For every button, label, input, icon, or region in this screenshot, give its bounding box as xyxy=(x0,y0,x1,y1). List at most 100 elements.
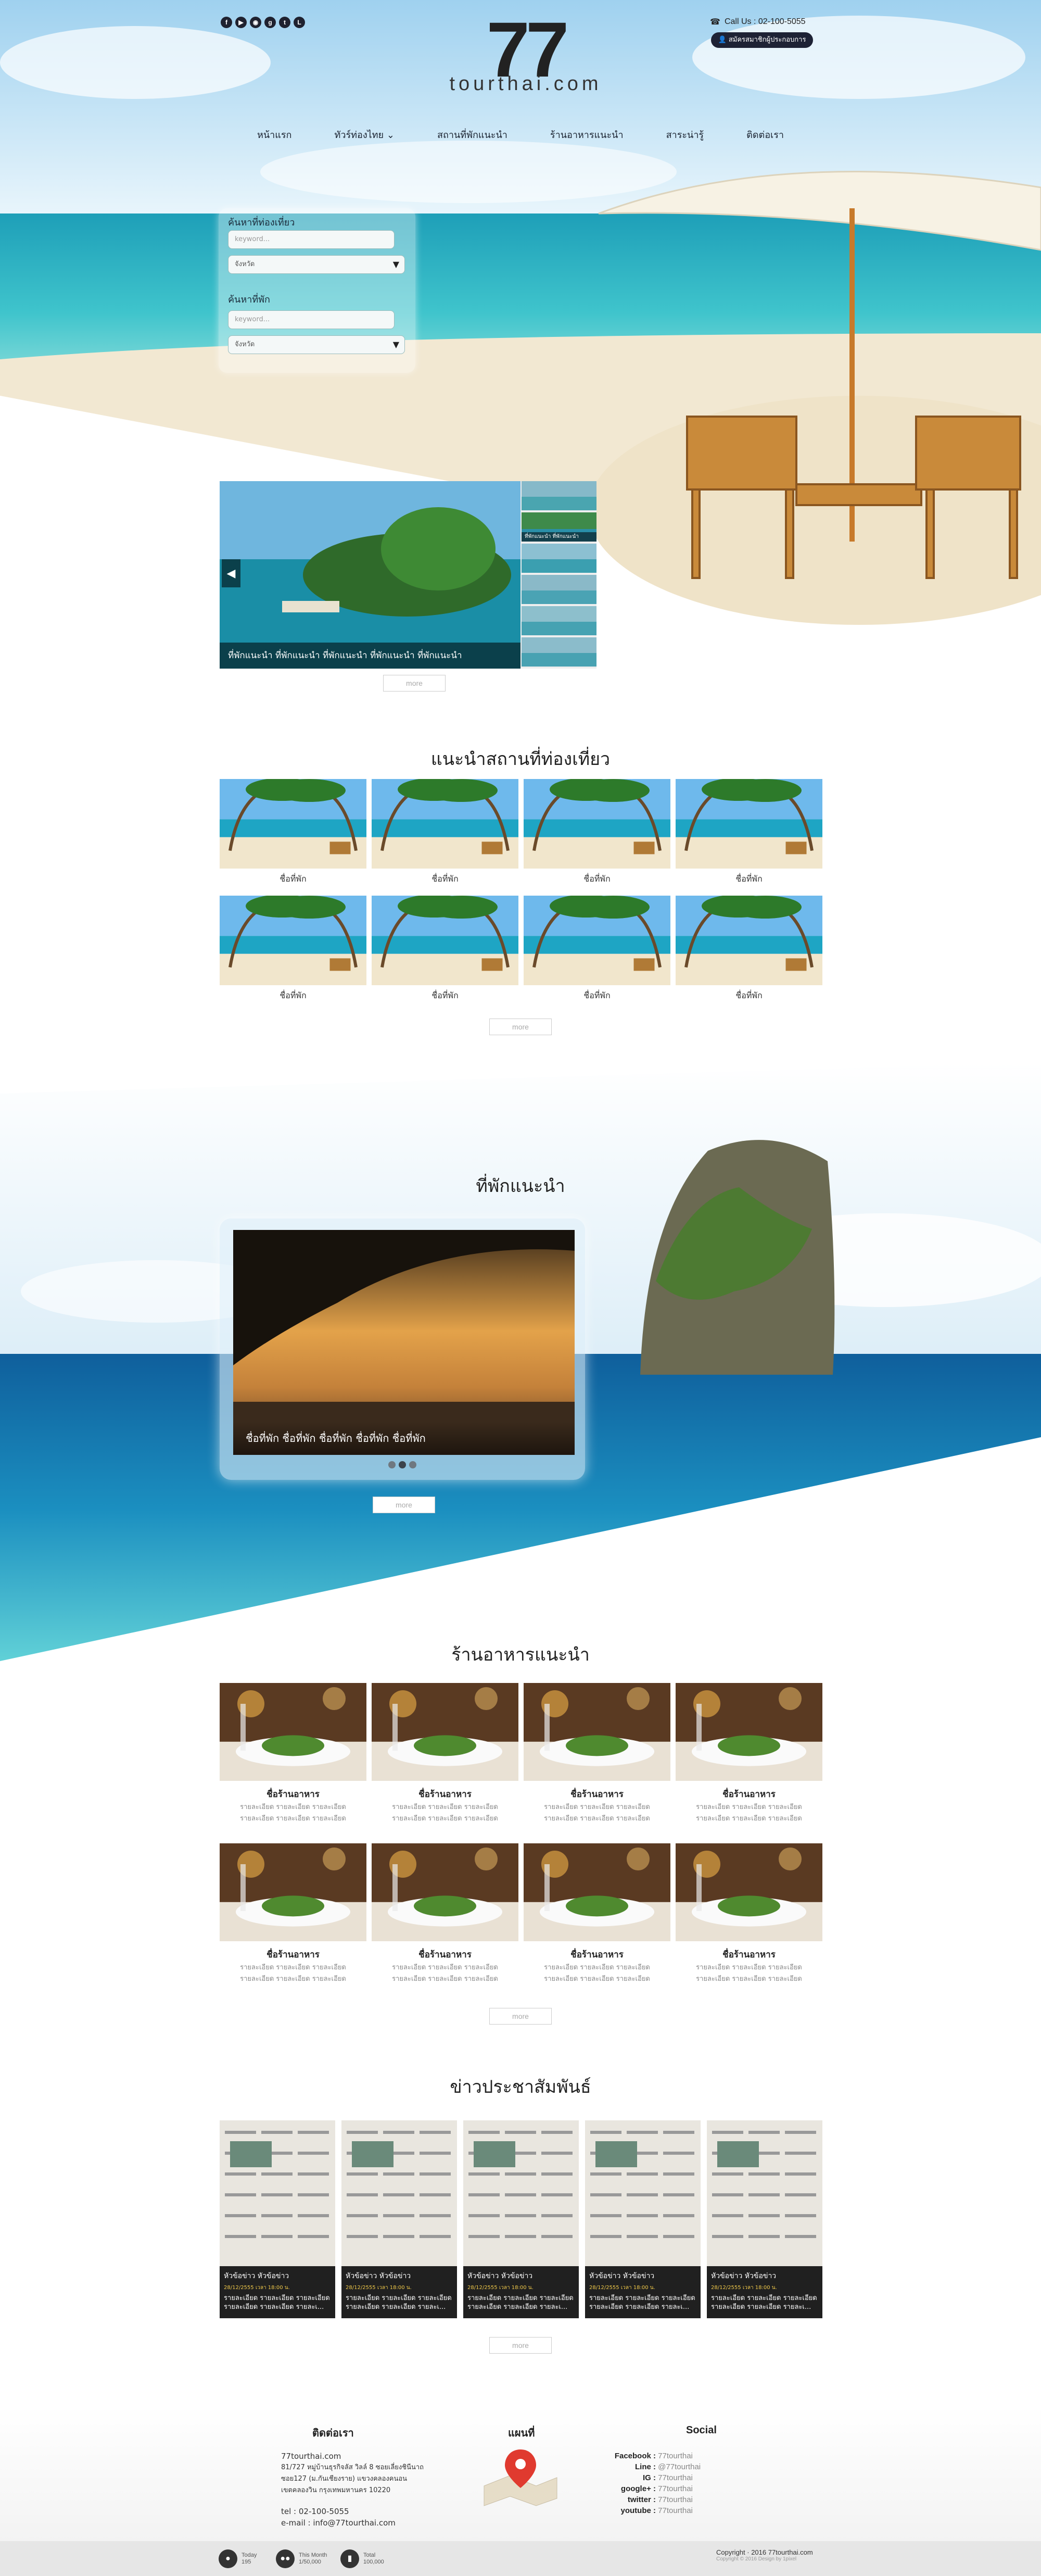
attraction-card-caption[interactable]: ชื่อที่พัก xyxy=(220,989,366,1002)
gallery-thumb[interactable]: ที่พักแนะนำ ที่พักแนะนำ xyxy=(522,512,596,542)
news-card[interactable]: หัวข้อข่าว หัวข้อข่าว 28/12/2555 เวลา 18:… xyxy=(463,2120,579,2318)
slider-dot[interactable] xyxy=(409,1461,416,1468)
restaurant-card-title[interactable]: ชื่อร้านอาหาร xyxy=(220,1947,366,1962)
restaurant-card-desc: รายละเอียด รายละเอียด รายละเอียด xyxy=(544,1815,650,1823)
attraction-card-caption[interactable]: ชื่อที่พัก xyxy=(524,989,670,1002)
restaurant-card-title[interactable]: ชื่อร้านอาหาร xyxy=(524,1787,670,1801)
social-key: twitter : xyxy=(627,2495,656,2504)
news-card[interactable]: หัวข้อข่าว หัวข้อข่าว 28/12/2555 เวลา 18:… xyxy=(585,2120,701,2318)
attraction-card-image[interactable] xyxy=(676,896,822,985)
attraction-keyword-input[interactable]: keyword... xyxy=(228,230,395,249)
attraction-province-select[interactable]: จังหวัด ▼ xyxy=(228,255,405,274)
attraction-card-image[interactable] xyxy=(372,779,518,869)
restaurant-card-title[interactable]: ชื่อร้านอาหาร xyxy=(372,1947,518,1962)
contact-title: ติดต่อเรา xyxy=(312,2427,354,2439)
restaurant-card-desc: รายละเอียด รายละเอียด รายละเอียด xyxy=(544,1964,650,1971)
attraction-card-image[interactable] xyxy=(220,779,366,869)
restaurant-card-desc: รายละเอียด รายละเอียด รายละเอียด xyxy=(696,1964,802,1971)
resorts-more-button[interactable]: more xyxy=(373,1497,435,1513)
social-key: google+ : xyxy=(620,2484,656,2493)
attraction-card-image[interactable] xyxy=(676,779,822,869)
gallery-prev-button[interactable]: ◀ xyxy=(222,559,240,587)
youtube-icon[interactable]: ▶ xyxy=(235,17,247,28)
nav-item-restaurants[interactable]: ร้านอาหารแนะนำ xyxy=(548,124,626,145)
restaurant-card-image[interactable] xyxy=(524,1843,670,1941)
twitter-icon[interactable]: t xyxy=(279,17,290,28)
restaurant-card-image[interactable] xyxy=(220,1683,366,1781)
nav-item-home[interactable]: หน้าแรก xyxy=(255,124,294,145)
attraction-card-caption[interactable]: ชื่อที่พัก xyxy=(220,873,366,886)
restaurant-card-title[interactable]: ชื่อร้านอาหาร xyxy=(372,1787,518,1801)
slider-dot[interactable] xyxy=(388,1461,396,1468)
restaurant-card-title[interactable]: ชื่อร้านอาหาร xyxy=(220,1787,366,1801)
social-value[interactable]: @77tourthai xyxy=(658,2462,701,2471)
news-more-button[interactable]: more xyxy=(489,2337,552,2354)
gallery-more-button[interactable]: more xyxy=(383,675,446,692)
attraction-card-image[interactable] xyxy=(220,896,366,985)
news-card[interactable]: หัวข้อข่าว หัวข้อข่าว 28/12/2555 เวลา 18:… xyxy=(220,2120,335,2318)
attraction-card-caption[interactable]: ชื่อที่พัก xyxy=(372,989,518,1002)
attraction-card-image[interactable] xyxy=(524,896,670,985)
stat-value: 100,000 xyxy=(363,2559,384,2565)
gallery-thumb[interactable] xyxy=(522,606,596,635)
hotel-province-select[interactable]: จังหวัด ▼ xyxy=(228,335,405,354)
nav-item-knowledge[interactable]: สาระน่ารู้ xyxy=(664,124,706,145)
attractions-more-button[interactable]: more xyxy=(489,1019,552,1035)
attraction-card-caption[interactable]: ชื่อที่พัก xyxy=(372,873,518,886)
attraction-card-caption[interactable]: ชื่อที่พัก xyxy=(676,873,822,886)
news-card-excerpt: รายละเอียด รายละเอียด รายละเอียด รายละเอ… xyxy=(224,2294,330,2311)
gallery-thumb[interactable] xyxy=(522,481,596,510)
instagram-icon[interactable]: ◉ xyxy=(250,17,261,28)
nav-item-tours[interactable]: ทัวร์ท่องไทย ⌄ xyxy=(333,124,397,145)
restaurant-card-desc: รายละเอียด รายละเอียด รายละเอียด xyxy=(544,1975,650,1983)
line-icon[interactable]: L xyxy=(294,17,305,28)
attraction-card-caption[interactable]: ชื่อที่พัก xyxy=(676,989,822,1002)
attraction-card-image[interactable] xyxy=(524,779,670,869)
hotel-keyword-input[interactable]: keyword... xyxy=(228,310,395,329)
news-card-excerpt: รายละเอียด รายละเอียด รายละเอียด รายละเอ… xyxy=(467,2294,574,2311)
nav-item-hotels[interactable]: สถานที่พักแนะนำ xyxy=(435,124,510,145)
restaurant-card-title[interactable]: ชื่อร้านอาหาร xyxy=(524,1947,670,1962)
social-value[interactable]: 77tourthai xyxy=(658,2495,693,2504)
restaurant-card-image[interactable] xyxy=(372,1843,518,1941)
social-links: f ▶ ◉ g t L xyxy=(221,17,305,28)
social-key: Line : xyxy=(635,2462,656,2471)
social-value[interactable]: 77tourthai xyxy=(658,2484,693,2493)
attractions-title: แนะนำสถานที่ท่องเที่ยว xyxy=(430,749,611,770)
social-value[interactable]: 77tourthai xyxy=(658,2506,693,2515)
logo-text[interactable]: tourthai.com xyxy=(427,73,625,95)
gallery-thumb[interactable] xyxy=(522,544,596,573)
attraction-card-image[interactable] xyxy=(372,896,518,985)
restaurant-card-title[interactable]: ชื่อร้านอาหาร xyxy=(676,1787,822,1801)
news-card-date: 28/12/2555 เวลา 18:00 น. xyxy=(224,2285,290,2291)
contact-email[interactable]: e-mail : info@77tourthai.com xyxy=(281,2517,448,2529)
slider-dot-active[interactable] xyxy=(399,1461,406,1468)
news-card[interactable]: หัวข้อข่าว หัวข้อข่าว 28/12/2555 เวลา 18:… xyxy=(341,2120,457,2318)
copyright: Copyright · 2016 77tourthai.com Copyrigh… xyxy=(716,2548,813,2562)
restaurant-card-image[interactable] xyxy=(220,1843,366,1941)
gallery-thumb[interactable] xyxy=(522,575,596,604)
restaurant-card-image[interactable] xyxy=(372,1683,518,1781)
restaurants-more-button[interactable]: more xyxy=(489,2008,552,2025)
register-button[interactable]: 👤 สมัครสมาชิกผู้ประกอบการ xyxy=(711,32,813,48)
restaurant-card-image[interactable] xyxy=(676,1843,822,1941)
news-card-text: หัวข้อข่าว หัวข้อข่าว 28/12/2555 เวลา 18:… xyxy=(463,2266,579,2318)
news-card[interactable]: หัวข้อข่าว หัวข้อข่าว 28/12/2555 เวลา 18:… xyxy=(707,2120,822,2318)
nav-item-contact[interactable]: ติดต่อเรา xyxy=(744,124,786,145)
gallery-main-image[interactable] xyxy=(220,481,520,669)
restaurant-card-title[interactable]: ชื่อร้านอาหาร xyxy=(676,1947,822,1962)
gallery-thumb[interactable] xyxy=(522,637,596,667)
attraction-card-caption[interactable]: ชื่อที่พัก xyxy=(524,873,670,886)
restaurant-card-image[interactable] xyxy=(524,1683,670,1781)
stat-today: ● Today 195 xyxy=(219,2549,257,2568)
restaurants-title: ร้านอาหารแนะนำ xyxy=(451,1644,590,1665)
headset-icon: ☎ xyxy=(710,18,720,27)
map-pin-icon[interactable] xyxy=(479,2444,562,2507)
social-value[interactable]: 77tourthai xyxy=(658,2452,693,2460)
address-line: 81/727 หมู่บ้านธุรกิจลัส วิลล์ 8 ซอยเลี่… xyxy=(281,2464,424,2471)
social-value[interactable]: 77tourthai xyxy=(658,2473,693,2482)
google-plus-icon[interactable]: g xyxy=(264,17,276,28)
restaurant-card-image[interactable] xyxy=(676,1683,822,1781)
contact-tel[interactable]: tel : 02-100-5055 xyxy=(281,2506,448,2517)
facebook-icon[interactable]: f xyxy=(221,17,232,28)
